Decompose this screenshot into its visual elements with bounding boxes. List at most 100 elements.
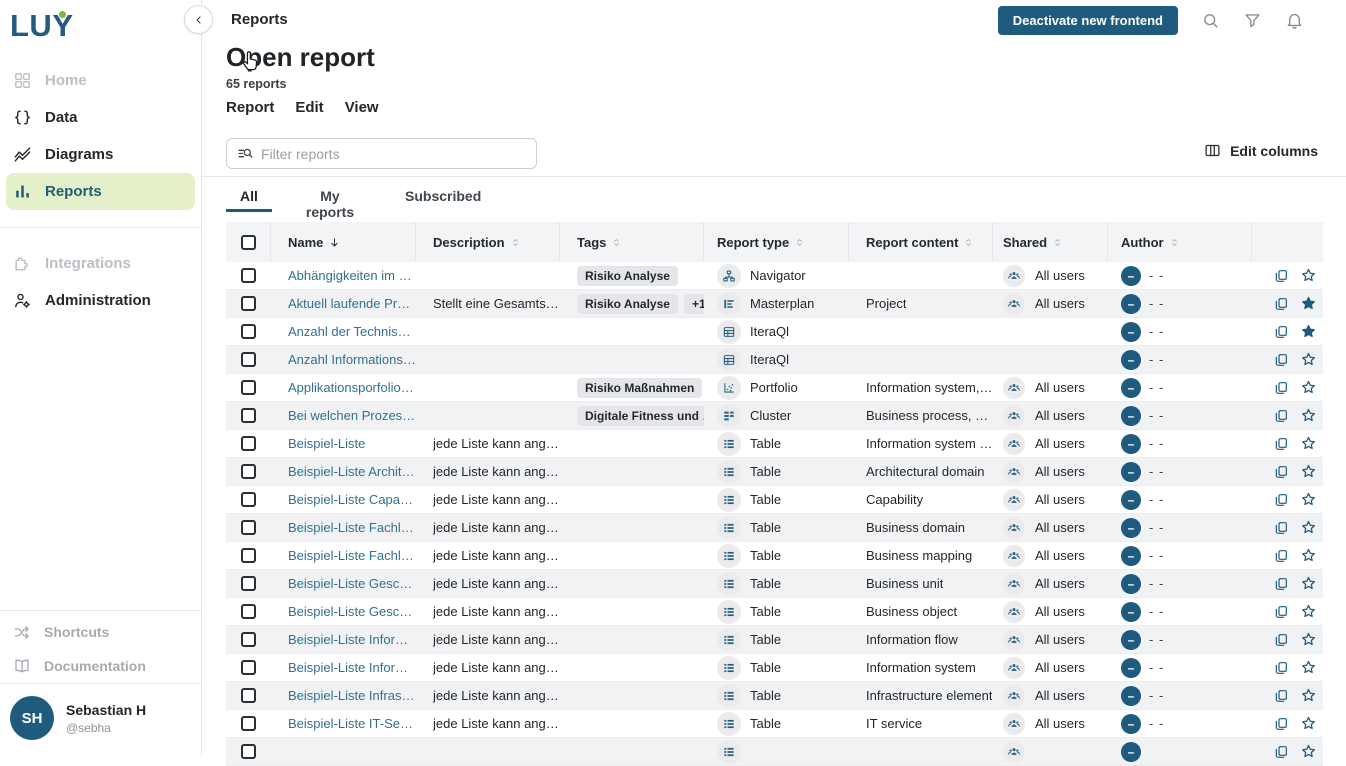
- report-name-link[interactable]: Anzahl Informationssy…: [288, 352, 416, 367]
- tab-subscribed[interactable]: Subscribed: [405, 186, 469, 204]
- report-name-link[interactable]: Beispiel-Liste Informati…: [288, 632, 416, 647]
- copy-report-icon[interactable]: [1273, 576, 1289, 592]
- sidebar-item-integrations[interactable]: Integrations: [0, 245, 201, 282]
- row-checkbox[interactable]: [241, 352, 256, 367]
- copy-report-icon[interactable]: [1273, 464, 1289, 480]
- row-checkbox[interactable]: [241, 296, 256, 311]
- report-name-link[interactable]: Beispiel-Liste Fachlich…: [288, 548, 416, 563]
- copy-report-icon[interactable]: [1273, 408, 1289, 424]
- row-checkbox[interactable]: [241, 464, 256, 479]
- favorite-star-icon[interactable]: [1300, 687, 1317, 704]
- user-card[interactable]: SH Sebastian H @sebha: [0, 684, 201, 756]
- report-name-link[interactable]: Aktuell laufende Projek…: [288, 296, 416, 311]
- copy-report-icon[interactable]: [1273, 660, 1289, 676]
- copy-report-icon[interactable]: [1273, 352, 1289, 368]
- report-name-link[interactable]: Abhängigkeiten im Kon…: [288, 268, 416, 283]
- sidebar-item-data[interactable]: Data: [0, 99, 201, 136]
- row-checkbox[interactable]: [241, 408, 256, 423]
- notifications-bell-icon[interactable]: [1285, 11, 1304, 30]
- sidebar-item-shortcuts[interactable]: Shortcuts: [0, 615, 201, 649]
- favorite-star-icon[interactable]: [1300, 351, 1317, 368]
- favorite-star-icon[interactable]: [1300, 743, 1317, 760]
- favorite-star-icon[interactable]: [1300, 715, 1317, 732]
- report-name-link[interactable]: Beispiel-Liste IT-Servic…: [288, 716, 416, 731]
- favorite-star-icon[interactable]: [1300, 603, 1317, 620]
- favorite-star-icon[interactable]: [1300, 631, 1317, 648]
- filter-icon[interactable]: [1243, 11, 1262, 30]
- favorite-star-icon[interactable]: [1300, 659, 1317, 676]
- favorite-star-icon[interactable]: [1300, 519, 1317, 536]
- row-checkbox[interactable]: [241, 660, 256, 675]
- column-header-tags[interactable]: Tags: [560, 222, 704, 262]
- copy-report-icon[interactable]: [1273, 632, 1289, 648]
- copy-report-icon[interactable]: [1273, 604, 1289, 620]
- favorite-star-icon[interactable]: [1300, 435, 1317, 452]
- copy-report-icon[interactable]: [1273, 296, 1289, 312]
- search-icon[interactable]: [1201, 11, 1220, 30]
- avatar[interactable]: SH: [10, 696, 54, 740]
- copy-report-icon[interactable]: [1273, 436, 1289, 452]
- select-all-checkbox[interactable]: [241, 235, 256, 250]
- sidebar-item-diagrams[interactable]: Diagrams: [0, 136, 201, 173]
- report-name-link[interactable]: Beispiel-Liste Geschäft…: [288, 576, 416, 591]
- copy-report-icon[interactable]: [1273, 548, 1289, 564]
- copy-report-icon[interactable]: [1273, 716, 1289, 732]
- row-checkbox[interactable]: [241, 436, 256, 451]
- row-checkbox[interactable]: [241, 744, 256, 759]
- row-checkbox[interactable]: [241, 688, 256, 703]
- report-name-link[interactable]: Beispiel-Liste Infrastru…: [288, 688, 416, 703]
- row-checkbox[interactable]: [241, 576, 256, 591]
- favorite-star-icon[interactable]: [1300, 463, 1317, 480]
- sidebar-collapse-button[interactable]: [184, 5, 213, 34]
- report-name-link[interactable]: Beispiel-Liste Geschäft…: [288, 604, 416, 619]
- report-name-link[interactable]: Beispiel-Liste Informati…: [288, 660, 416, 675]
- menu-report[interactable]: Report: [226, 99, 274, 116]
- report-name-link[interactable]: Beispiel-Liste: [288, 436, 365, 451]
- report-name-link[interactable]: Beispiel-Liste Fachlich…: [288, 520, 416, 535]
- tab-all[interactable]: All: [226, 186, 272, 204]
- copy-report-icon[interactable]: [1273, 380, 1289, 396]
- tag-chip[interactable]: +1: [684, 294, 704, 314]
- tag-chip[interactable]: Digitale Fitness und …: [577, 406, 704, 426]
- tab-my-reports[interactable]: My reports: [299, 186, 361, 220]
- column-header-description[interactable]: Description: [416, 222, 560, 262]
- deactivate-frontend-button[interactable]: Deactivate new frontend: [998, 6, 1178, 35]
- report-name-link[interactable]: Applikationsporfolio Ü…: [288, 380, 416, 395]
- report-name-link[interactable]: Anzahl der Technische…: [288, 324, 416, 339]
- sidebar-item-reports[interactable]: Reports: [6, 173, 195, 210]
- row-checkbox[interactable]: [241, 380, 256, 395]
- menu-edit[interactable]: Edit: [295, 99, 323, 116]
- sidebar-item-administration[interactable]: Administration: [0, 282, 201, 319]
- column-header-select[interactable]: [226, 222, 271, 262]
- favorite-star-icon[interactable]: [1300, 295, 1317, 312]
- sidebar-item-home[interactable]: Home: [0, 62, 201, 99]
- favorite-star-icon[interactable]: [1300, 491, 1317, 508]
- column-header-shared[interactable]: Shared: [993, 222, 1108, 262]
- row-checkbox[interactable]: [241, 492, 256, 507]
- favorite-star-icon[interactable]: [1300, 267, 1317, 284]
- row-checkbox[interactable]: [241, 716, 256, 731]
- row-checkbox[interactable]: [241, 604, 256, 619]
- edit-columns-button[interactable]: Edit columns: [1204, 142, 1318, 159]
- copy-report-icon[interactable]: [1273, 520, 1289, 536]
- copy-report-icon[interactable]: [1273, 688, 1289, 704]
- column-header-name[interactable]: Name: [271, 222, 416, 262]
- favorite-star-icon[interactable]: [1300, 547, 1317, 564]
- favorite-star-icon[interactable]: [1300, 575, 1317, 592]
- copy-report-icon[interactable]: [1273, 324, 1289, 340]
- sidebar-item-documentation[interactable]: Documentation: [0, 649, 201, 683]
- row-checkbox[interactable]: [241, 324, 256, 339]
- row-checkbox[interactable]: [241, 268, 256, 283]
- copy-report-icon[interactable]: [1273, 492, 1289, 508]
- favorite-star-icon[interactable]: [1300, 379, 1317, 396]
- tag-chip[interactable]: Risiko Analyse: [577, 294, 678, 314]
- report-name-link[interactable]: Bei welchen Prozessen…: [288, 408, 416, 423]
- report-name-link[interactable]: Beispiel-Liste Capability: [288, 492, 416, 507]
- column-header-report-type[interactable]: Report type: [704, 222, 849, 262]
- favorite-star-icon[interactable]: [1300, 407, 1317, 424]
- tag-chip[interactable]: Risiko Analyse: [577, 266, 678, 286]
- filter-reports-input[interactable]: [261, 146, 526, 162]
- luy-logo[interactable]: LUY: [10, 8, 74, 44]
- copy-report-icon[interactable]: [1273, 744, 1289, 760]
- row-checkbox[interactable]: [241, 520, 256, 535]
